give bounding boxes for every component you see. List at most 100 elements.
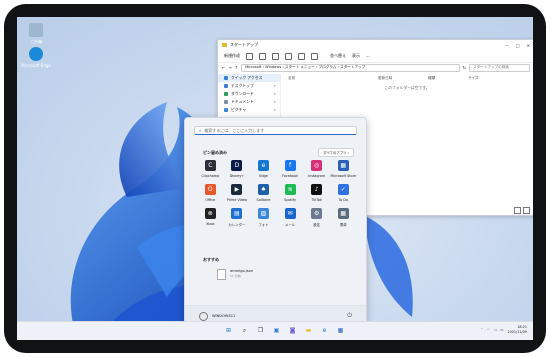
user-name[interactable]: WINDOWS11 [212,314,235,318]
explorer-title-bar: スタートアップ — □ ✕ [218,40,533,50]
all-apps-button[interactable]: すべてのアプリ › [318,148,354,157]
document-icon [224,100,228,104]
address-bar[interactable]: Microsoft › Windows › スタート メニュー › プログラム … [241,63,460,72]
instagram-icon: ◎ [311,160,323,171]
taskbar-apps: ⊞ ⌕ ❐ ▣ ◙ ▬ e ▦ [223,325,346,336]
desktop-edge-shortcut[interactable]: Microsoft Edge [19,47,53,68]
chat-icon[interactable]: ◙ [287,325,298,336]
column-size[interactable]: サイズ [468,76,498,81]
search-placeholder: 検索するには、ここに入力します [204,127,265,133]
explorer-address-row: ← → ↑ Microsoft › Windows › スタート メニュー › … [218,63,533,72]
back-icon[interactable]: ← [222,65,225,70]
more-icon[interactable]: ··· [366,54,370,59]
rename-icon[interactable] [285,52,292,60]
pinned-app[interactable]: ▦ 電卓 [330,208,357,227]
all-apps-label: すべてのアプリ [323,151,347,155]
pinned-app-label: Edge [259,174,268,178]
nav-downloads[interactable]: ダウンロード ✈ [218,90,280,98]
search-icon[interactable]: ⌕ [239,325,250,336]
task-view-icon[interactable]: ❐ [255,325,266,336]
wifi-icon[interactable]: ◠ [487,328,490,332]
copy-icon[interactable] [259,52,266,60]
power-icon[interactable]: ⏻ [347,312,352,320]
pinned-app[interactable]: ♠ Solitaire [250,184,277,202]
share-icon[interactable] [298,52,305,60]
tiktok-icon: ♪ [311,184,323,195]
pinned-app[interactable]: ≋ Spotify [277,184,304,202]
pinned-app-label: Spotify [284,198,296,202]
pin-icon: ✈ [273,100,276,104]
battery-icon[interactable]: ▭ [500,328,503,332]
column-name[interactable]: 名前 [284,76,378,81]
download-icon [224,92,228,96]
view-button[interactable]: 表示 [352,53,360,59]
pinned-app[interactable]: ⊗ Xbox [197,208,224,227]
pinned-app-label: Facebook [282,174,299,178]
column-modified[interactable]: 更新日時 [378,76,428,81]
recommended-heading: おすすめ [203,257,219,262]
pinned-app[interactable]: ✓ To Do [330,184,357,202]
pinned-app[interactable]: D Disney+ [224,160,251,178]
up-icon[interactable]: ↑ [235,65,238,70]
maximize-button[interactable]: □ [516,43,520,48]
chevron-up-icon[interactable]: ˄ [481,328,483,332]
tiles-view-icon[interactable] [523,207,530,214]
start-search-input[interactable]: ⌕ 検索するには、ここに入力します [194,126,357,135]
pinned-app[interactable]: ♪ TikTok [303,184,330,202]
widgets-icon[interactable]: ▣ [271,325,282,336]
pinned-app[interactable]: e Edge [250,160,277,178]
edge-icon[interactable]: e [319,325,330,336]
delete-icon[interactable] [311,52,318,60]
pinned-app[interactable]: ⚙ 設定 [303,208,330,227]
nav-item-label: クイック アクセス [231,75,263,80]
pinned-app[interactable]: f Facebook [277,160,304,178]
pinned-app[interactable]: ▶ Prime Video [224,184,251,202]
pinned-app[interactable]: ▨ フォト [250,208,277,227]
new-button[interactable]: 新規作成 [224,53,240,59]
explorer-toolbar: 新規作成 並べ替え 表示 ··· [218,50,533,63]
desktop-icon [224,84,228,88]
volume-icon[interactable]: ◁ [494,328,497,332]
file-explorer-icon[interactable]: ▬ [303,325,314,336]
pinned-section-header: ピン留め済み すべてのアプリ › [203,148,354,157]
nav-quick-access[interactable]: クイック アクセス [218,74,280,82]
close-button[interactable]: ✕ [527,43,530,48]
pinned-app-label: Instagram [308,174,326,178]
windows-start-icon[interactable]: ⊞ [223,325,234,336]
star-icon [224,76,228,80]
pinned-app[interactable]: ▦ Microsoft Store [330,160,357,178]
minimize-button[interactable]: — [505,43,509,48]
pinned-app-label: フォト [258,223,269,227]
pinned-app[interactable]: ◎ Instagram [303,160,330,178]
pinned-app[interactable]: ▤ カレンダー [224,208,251,227]
pinned-app-label: カレンダー [228,223,246,227]
pinned-app-label: Clipchamp [201,174,220,178]
store-icon[interactable]: ▦ [335,325,346,336]
recycle-bin-icon [29,23,43,37]
column-type[interactable]: 種類 [428,76,468,81]
clock[interactable]: 18:21 2021/11/09 [507,325,527,335]
explorer-search-input[interactable]: スタートアップの検索 [469,63,530,72]
nav-item-label: ドキュメント [231,99,254,104]
clock-date: 2021/11/09 [507,330,527,334]
nav-pictures[interactable]: ピクチャ ✈ [218,106,280,114]
pinned-app[interactable]: ✉ メール [277,208,304,227]
edge-icon [29,47,43,61]
pinned-app-label: 設定 [313,223,321,227]
nav-documents[interactable]: ドキュメント ✈ [218,98,280,106]
paste-icon[interactable] [272,52,279,60]
pinned-app[interactable]: O Office [197,184,224,202]
pinned-app[interactable]: C Clipchamp [197,160,224,178]
nav-desktop[interactable]: デスクトップ ✈ [218,82,280,90]
desktop-recycle-bin[interactable]: ごみ箱 [19,23,53,45]
recycle-bin-label: ごみ箱 [30,39,42,44]
cut-icon[interactable] [246,52,253,60]
user-avatar-icon[interactable] [199,311,208,321]
forward-icon[interactable]: → [228,65,231,70]
details-view-icon[interactable] [514,207,521,214]
xbox-icon: ⊗ [204,208,216,219]
sort-button[interactable]: 並べ替え [330,53,346,59]
nav-item-label: ダウンロード [231,91,254,96]
refresh-icon[interactable]: ↻ [463,65,466,70]
recommended-item[interactable]: ammigo.json 11 分前 [217,269,253,280]
